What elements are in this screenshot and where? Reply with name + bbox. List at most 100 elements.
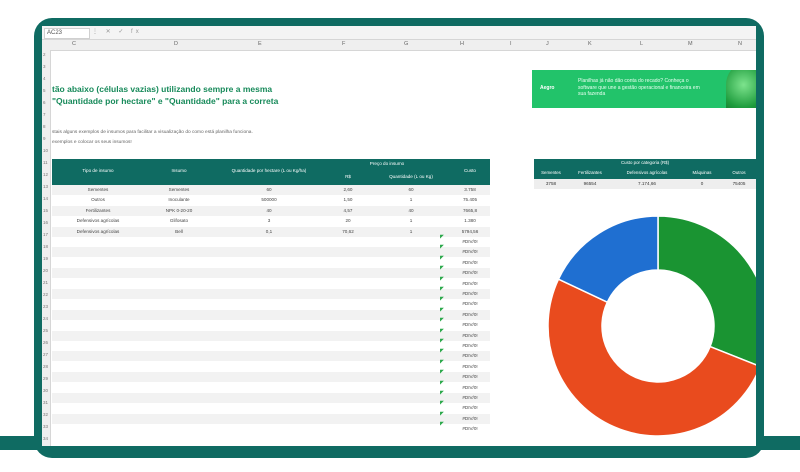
cell-rs[interactable]: 4,57 (324, 208, 372, 213)
cell-custo-error[interactable]: #DIV/0! (450, 426, 490, 431)
table-row[interactable]: ◤ #DIV/0! (52, 276, 490, 289)
row-number[interactable]: 15 (43, 208, 48, 213)
row-number[interactable]: 2 (43, 52, 46, 57)
row-number[interactable]: 25 (43, 328, 48, 333)
column-header-h[interactable]: H (460, 41, 464, 47)
table-row[interactable]: ◤ #DIV/0! (52, 328, 490, 341)
cell-tipo[interactable]: Outros (52, 197, 144, 202)
row-number[interactable]: 17 (43, 232, 48, 237)
cell-custo-error[interactable]: #DIV/0! (450, 260, 490, 265)
formula-icons[interactable]: ⋮ ✕ ✓ fx (92, 28, 142, 37)
cell-custo[interactable]: 1.380 (450, 218, 490, 223)
table-row[interactable]: ◤ #DIV/0! (52, 338, 490, 351)
cell-tipo[interactable]: Defensivos agrícolas (52, 229, 144, 234)
cell-custo-error[interactable]: #DIV/0! (450, 239, 490, 244)
table-row[interactable]: ◤ #DIV/0! (52, 411, 490, 424)
cell-custo-error[interactable]: #DIV/0! (450, 374, 490, 379)
table-row[interactable]: Outros Inoculante 500000 1,50 1 75.405 (52, 195, 490, 206)
cell-custo-error[interactable]: #DIV/0! (450, 301, 490, 306)
cell-q[interactable]: 40 (372, 208, 450, 213)
cell-qtd[interactable]: 40 (214, 208, 324, 213)
cell-custo-error[interactable]: #DIV/0! (450, 281, 490, 286)
row-number[interactable]: 23 (43, 304, 48, 309)
table-row[interactable]: Fertilizantes NPK 0-20-20 40 4,57 40 7665,8 (52, 205, 490, 216)
table-row[interactable]: ◤ #DIV/0! (52, 359, 490, 372)
table-row[interactable]: Defensivos agrícolas Bell 0,1 70,62 1 5794,56 (52, 226, 490, 237)
table-row[interactable]: Sementes Sementes 60 2,60 60 3.758 (52, 185, 490, 195)
row-number[interactable]: 31 (43, 400, 48, 405)
cell-rs[interactable]: 1,50 (324, 197, 372, 202)
cell-custo[interactable]: 3.758 (450, 187, 490, 192)
cell-insumo[interactable]: Inoculante (144, 197, 214, 202)
cell-custo-error[interactable]: #DIV/0! (450, 405, 490, 410)
cell-insumo[interactable]: Sementes (144, 187, 214, 192)
row-number[interactable]: 7 (43, 112, 46, 117)
row-number[interactable]: 3 (43, 64, 46, 69)
cell-tipo[interactable]: Sementes (52, 187, 144, 192)
row-number[interactable]: 11 (43, 160, 48, 165)
promo-banner[interactable]: Aegro Planilhas já não dão conta do reca… (532, 70, 756, 108)
column-header-m[interactable]: M (688, 41, 693, 47)
table-row[interactable]: ◤ #DIV/0! (52, 348, 490, 362)
cell-custo-error[interactable]: #DIV/0! (450, 312, 490, 317)
cell-tipo[interactable]: Defensivos agrícolas (52, 218, 144, 223)
row-number[interactable]: 20 (43, 268, 48, 273)
cell-custo-error[interactable]: #DIV/0! (450, 322, 490, 327)
row-number[interactable]: 19 (43, 256, 48, 261)
row-number[interactable]: 13 (43, 184, 48, 189)
row-number[interactable]: 4 (43, 76, 46, 81)
table-row[interactable]: ◤ #DIV/0! (52, 286, 490, 299)
table-row[interactable]: ◤ #DIV/0! (52, 296, 490, 310)
cell-custo-error[interactable]: #DIV/0! (450, 343, 490, 348)
cell-custo[interactable]: 75.405 (450, 197, 490, 202)
cell-q[interactable]: 1 (372, 229, 450, 234)
cell-insumo[interactable]: NPK 0-20-20 (144, 208, 214, 213)
table-row[interactable]: ◤ #DIV/0! (52, 265, 490, 279)
row-number[interactable]: 24 (43, 316, 48, 321)
row-number[interactable]: 32 (43, 412, 48, 417)
cell-rs[interactable]: 70,62 (324, 229, 372, 234)
row-number[interactable]: 21 (43, 280, 48, 285)
cell-custo[interactable]: 7665,8 (450, 208, 490, 213)
column-header-k[interactable]: K (588, 41, 592, 47)
row-number[interactable]: 22 (43, 292, 48, 297)
cell-rs[interactable]: 2,60 (324, 187, 372, 192)
table-row[interactable]: ◤ #DIV/0! (52, 244, 490, 258)
cell-custo-error[interactable]: #DIV/0! (450, 385, 490, 390)
cell-tipo[interactable]: Fertilizantes (52, 208, 144, 213)
row-number[interactable]: 26 (43, 340, 48, 345)
name-box[interactable]: AC23 (44, 28, 90, 39)
table-row[interactable]: Defensivos agrícolas Glifosato 3 20 1 1.380 (52, 216, 490, 227)
column-header-f[interactable]: F (342, 41, 345, 47)
row-number[interactable]: 28 (43, 364, 48, 369)
cell-qtd[interactable]: 500000 (214, 197, 324, 202)
row-number[interactable]: 16 (43, 220, 48, 225)
row-number[interactable]: 8 (43, 124, 46, 129)
column-header-e[interactable]: E (258, 41, 262, 47)
table-row[interactable]: ◤ #DIV/0! (52, 255, 490, 268)
cell-custo-error[interactable]: #DIV/0! (450, 249, 490, 254)
column-header-g[interactable]: G (404, 41, 408, 47)
row-number[interactable]: 5 (43, 88, 46, 93)
row-number[interactable]: 12 (43, 172, 48, 177)
table-row[interactable]: ◤ #DIV/0! (52, 307, 490, 320)
donut-slice-0[interactable] (657, 215, 756, 366)
cell-qtd[interactable]: 0,1 (214, 229, 324, 234)
row-number[interactable]: 18 (43, 244, 48, 249)
cell-insumo[interactable]: Bell (144, 229, 214, 234)
table-row[interactable]: ◤ #DIV/0! (52, 390, 490, 403)
cell-q[interactable]: 60 (372, 187, 450, 192)
cell-insumo[interactable]: Glifosato (144, 218, 214, 223)
cell-q[interactable]: 1 (372, 218, 450, 223)
table-row[interactable]: ◤ #DIV/0! (52, 234, 490, 247)
row-number[interactable]: 9 (43, 136, 46, 141)
table-row[interactable]: ◤ #DIV/0! (52, 380, 490, 393)
table-row[interactable]: ◤ #DIV/0! (52, 369, 490, 383)
column-header-j[interactable]: J (546, 41, 549, 47)
row-number[interactable]: 33 (43, 424, 48, 429)
cell-custo-error[interactable]: #DIV/0! (450, 353, 490, 358)
cell-custo-error[interactable]: #DIV/0! (450, 291, 490, 296)
row-number[interactable]: 27 (43, 352, 48, 357)
column-header-l[interactable]: L (640, 41, 643, 47)
cell-qtd[interactable]: 3 (214, 218, 324, 223)
